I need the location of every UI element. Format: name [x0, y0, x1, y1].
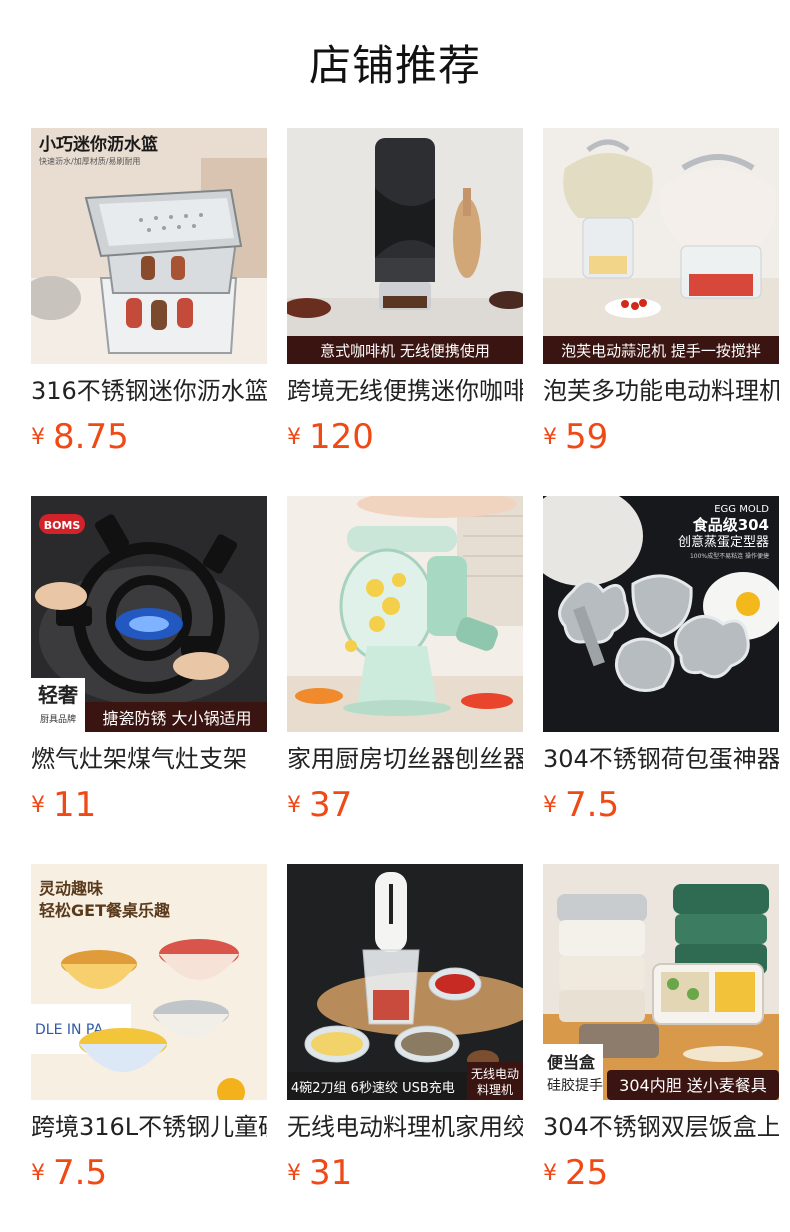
product-card[interactable]: 小巧迷你沥水篮 快速沥水/加厚材质/易刷耐用 316不锈钢迷你沥水篮 ¥8.75	[31, 128, 267, 496]
price-amount: 120	[309, 417, 374, 457]
product-image[interactable]: 意式咖啡机 无线便携使用	[287, 128, 523, 364]
product-image[interactable]: EGG MOLD 食品级304 创意蒸蛋定型器 100%成型不易粘连 操作便捷	[543, 496, 779, 732]
product-price: ¥11	[31, 782, 96, 828]
product-name[interactable]: 无线电动料理机家用绞肉机	[287, 1110, 523, 1144]
product-card[interactable]: 家用厨房切丝器刨丝器 ¥37	[287, 496, 523, 864]
image-note: 100%成型不易粘连 操作便捷	[690, 552, 769, 560]
product-price: ¥8.75	[31, 414, 129, 460]
product-name[interactable]: 家用厨房切丝器刨丝器	[287, 742, 523, 776]
image-subline: 轻松GET餐桌乐趣	[39, 901, 171, 920]
product-card[interactable]: 泡芙电动蒜泥机 提手一按搅拌 泡芙多功能电动料理机 ¥59	[543, 128, 779, 496]
currency-symbol: ¥	[31, 793, 45, 818]
image-en-text: EGG MOLD	[714, 504, 769, 515]
currency-symbol: ¥	[287, 1161, 301, 1186]
price-amount: 7.5	[53, 1153, 108, 1193]
currency-symbol: ¥	[287, 793, 301, 818]
image-badge-sub: 厨具品牌	[40, 713, 76, 725]
product-image[interactable]: DLE IN PA 灵动趣味 轻松GET餐桌乐趣	[31, 864, 267, 1100]
product-grid: 小巧迷你沥水篮 快速沥水/加厚材质/易刷耐用 316不锈钢迷你沥水篮 ¥8.75	[31, 128, 779, 1232]
price-amount: 37	[309, 785, 353, 825]
product-image[interactable]	[287, 496, 523, 732]
product-image[interactable]: 泡芙电动蒜泥机 提手一按搅拌	[543, 128, 779, 364]
page-title: 店铺推荐	[308, 41, 481, 90]
product-name[interactable]: 燃气灶架煤气灶支架	[31, 742, 267, 776]
price-amount: 11	[53, 785, 97, 825]
product-price: ¥37	[287, 782, 352, 828]
image-badge-sub: 硅胶提手	[547, 1077, 603, 1094]
product-card[interactable]: 4碗2刀组 6秒速绞 USB充电 无线电动 料理机 无线电动料理机家用绞肉机 ¥…	[287, 864, 523, 1232]
product-name[interactable]: 304不锈钢双层饭盒上班族	[543, 1110, 779, 1144]
product-name[interactable]: 304不锈钢荷包蛋神器	[543, 742, 779, 776]
image-subline: 创意蒸蛋定型器	[678, 534, 769, 550]
image-badge: 便当盒	[547, 1053, 596, 1072]
price-amount: 8.75	[53, 417, 129, 457]
product-card[interactable]: BOMS 轻奢 厨具品牌 搪瓷防锈 大小锅适用 燃气灶架煤气灶支架 ¥11	[31, 496, 267, 864]
image-banner: 304内胆 送小麦餐具	[619, 1076, 767, 1095]
currency-symbol: ¥	[31, 1161, 45, 1186]
product-price: ¥59	[543, 414, 608, 460]
image-tag-1: 无线电动	[471, 1067, 519, 1081]
product-image[interactable]: 便当盒 硅胶提手 304内胆 送小麦餐具	[543, 864, 779, 1100]
product-card[interactable]: EGG MOLD 食品级304 创意蒸蛋定型器 100%成型不易粘连 操作便捷 …	[543, 496, 779, 864]
image-subline: 快速沥水/加厚材质/易刷耐用	[39, 156, 140, 166]
image-headline: 食品级304	[693, 516, 769, 534]
image-badge: 轻奢	[38, 683, 79, 707]
price-amount: 25	[565, 1153, 609, 1193]
price-amount: 7.5	[565, 785, 620, 825]
product-price: ¥7.5	[543, 782, 619, 828]
image-banner: 泡芙电动蒜泥机 提手一按搅拌	[561, 342, 761, 360]
image-banner: 意式咖啡机 无线便携使用	[320, 342, 490, 360]
product-card[interactable]: 便当盒 硅胶提手 304内胆 送小麦餐具 304不锈钢双层饭盒上班族 ¥25	[543, 864, 779, 1232]
image-banner: 搪瓷防锈 大小锅适用	[102, 709, 251, 728]
product-price: ¥25	[543, 1150, 608, 1196]
image-banner: 4碗2刀组 6秒速绞 USB充电	[291, 1080, 455, 1096]
currency-symbol: ¥	[543, 793, 557, 818]
product-name[interactable]: 跨境316L不锈钢儿童碗	[31, 1110, 267, 1144]
product-image[interactable]: 小巧迷你沥水篮 快速沥水/加厚材质/易刷耐用	[31, 128, 267, 364]
product-name[interactable]: 跨境无线便携迷你咖啡机	[287, 374, 523, 408]
product-image[interactable]: 4碗2刀组 6秒速绞 USB充电 无线电动 料理机	[287, 864, 523, 1100]
price-amount: 31	[309, 1153, 353, 1193]
currency-symbol: ¥	[543, 1161, 557, 1186]
currency-symbol: ¥	[287, 425, 301, 450]
image-headline: 灵动趣味	[39, 879, 103, 898]
product-price: ¥31	[287, 1150, 352, 1196]
product-card[interactable]: DLE IN PA 灵动趣味 轻松GET餐桌乐趣 跨境316L不锈钢儿童碗 ¥7…	[31, 864, 267, 1232]
product-price: ¥7.5	[31, 1150, 107, 1196]
price-amount: 59	[565, 417, 609, 457]
image-headline: 小巧迷你沥水篮	[39, 134, 158, 155]
product-card[interactable]: 意式咖啡机 无线便携使用 跨境无线便携迷你咖啡机 ¥120	[287, 128, 523, 496]
image-tag-2: 料理机	[477, 1083, 513, 1097]
currency-symbol: ¥	[31, 425, 45, 450]
product-name[interactable]: 316不锈钢迷你沥水篮	[31, 374, 267, 408]
product-name[interactable]: 泡芙多功能电动料理机	[543, 374, 779, 408]
product-price: ¥120	[287, 414, 374, 460]
currency-symbol: ¥	[543, 425, 557, 450]
product-image[interactable]: BOMS 轻奢 厨具品牌 搪瓷防锈 大小锅适用	[31, 496, 267, 732]
brand-logo: BOMS	[44, 519, 81, 532]
